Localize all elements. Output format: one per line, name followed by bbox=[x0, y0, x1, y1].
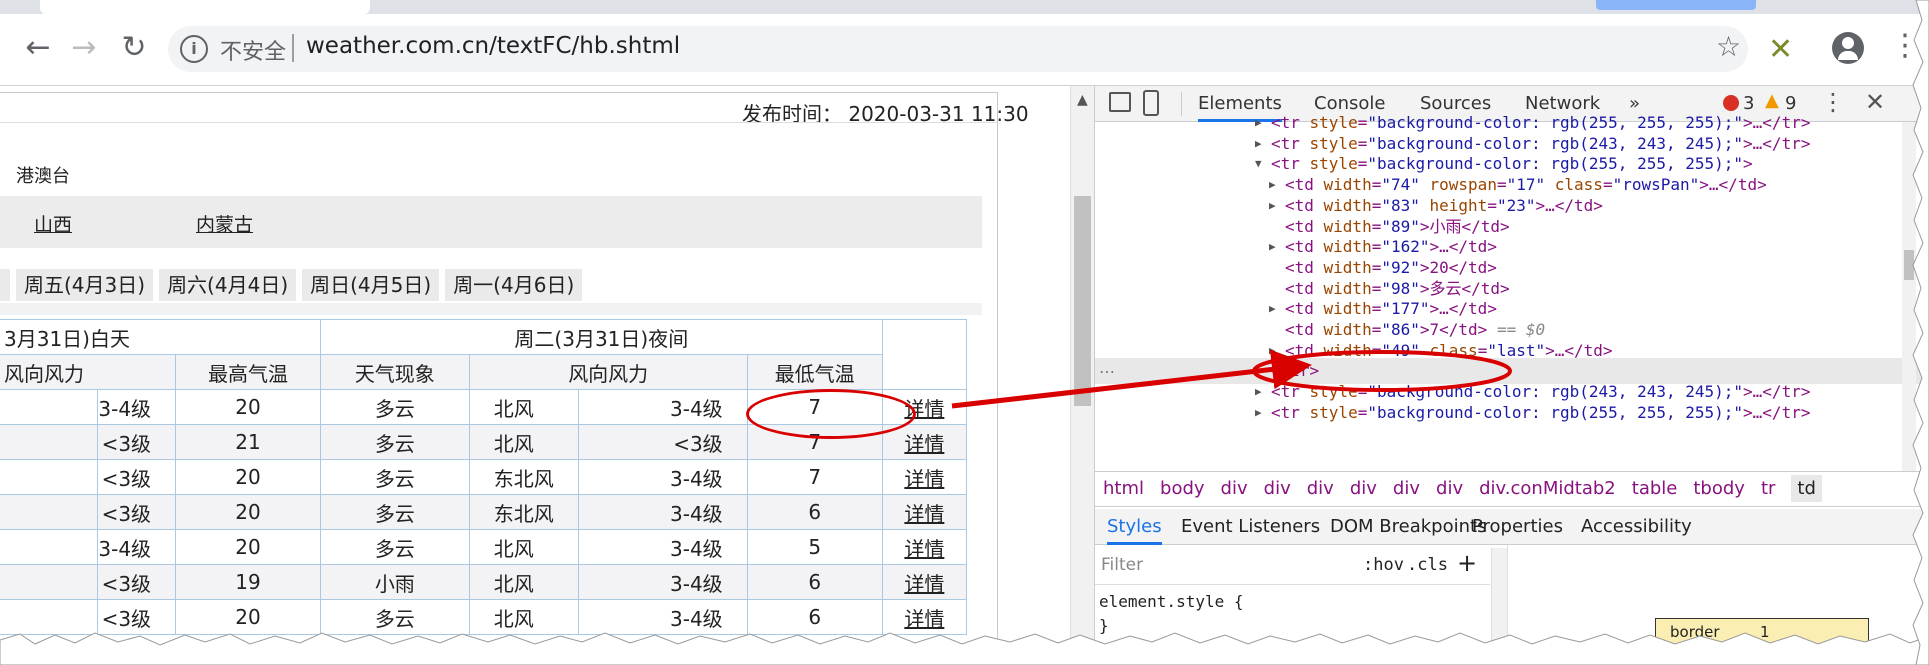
annotation-overlay bbox=[951, 349, 1512, 409]
annotation-ellipse bbox=[1252, 350, 1512, 392]
torn-edge bbox=[0, 632, 1929, 665]
torn-edge-right bbox=[1912, 0, 1929, 665]
annotation-arrow bbox=[951, 349, 1312, 409]
